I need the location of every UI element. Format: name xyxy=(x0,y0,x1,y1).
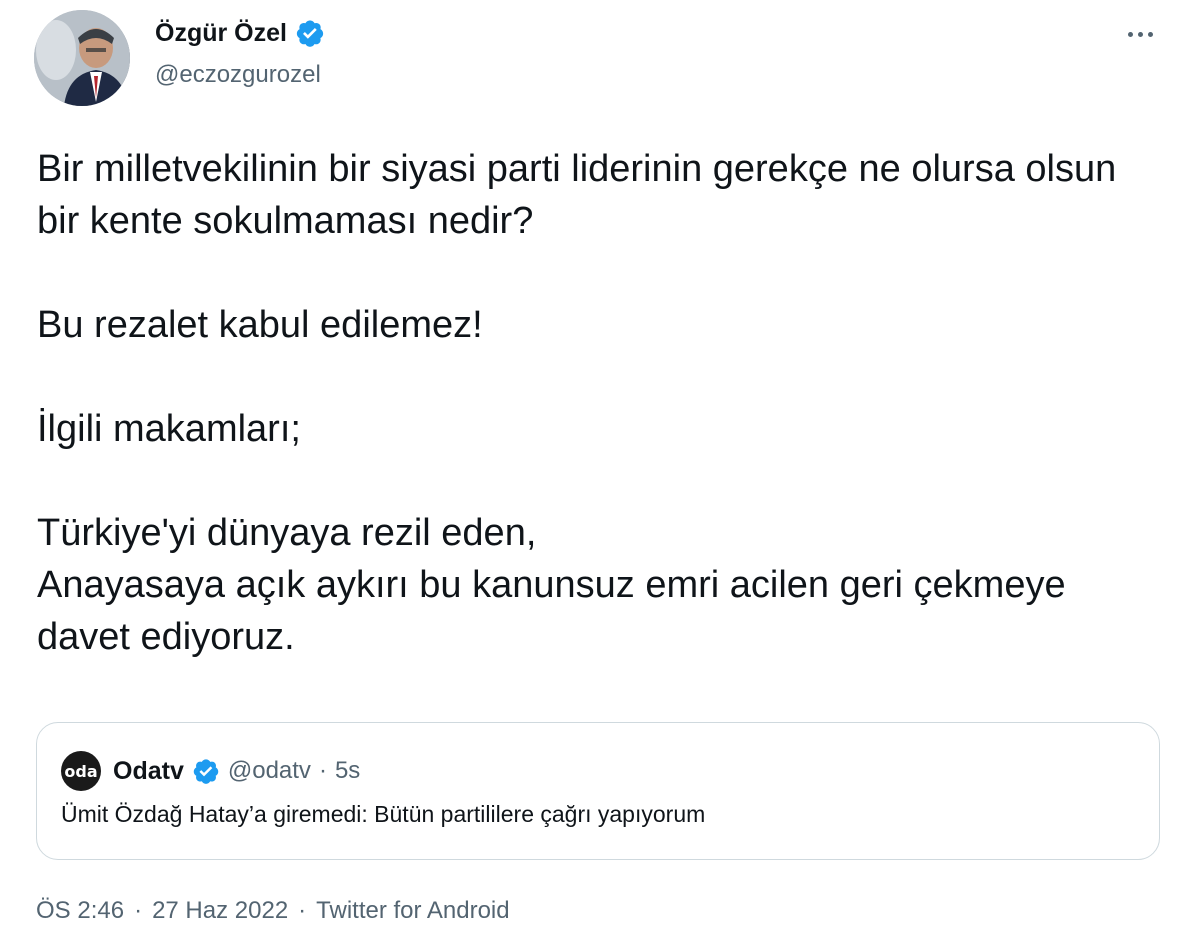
separator: · xyxy=(134,897,143,924)
tweet-time[interactable]: ÖS 2:46 xyxy=(36,897,124,925)
tweet-source[interactable]: Twitter for Android xyxy=(316,897,509,925)
more-options-icon[interactable] xyxy=(1120,20,1160,48)
avatar-photo xyxy=(34,10,130,106)
tweet-text: Bir milletvekilinin bir siyasi parti lid… xyxy=(37,143,1157,663)
author-handle[interactable]: @eczozgurozel xyxy=(155,61,321,89)
tweet-date[interactable]: 27 Haz 2022 xyxy=(152,897,288,925)
quoted-author-avatar[interactable]: oda xyxy=(61,751,101,791)
tweet-metadata: ÖS 2:46 · 27 Haz 2022 · Twitter for Andr… xyxy=(36,897,510,925)
quoted-author-name[interactable]: Odatv xyxy=(113,757,184,786)
separator: · xyxy=(318,757,327,784)
quoted-tweet[interactable]: oda Odatv @odatv · 5s Ümit Özdağ Hatay’a… xyxy=(36,722,1160,860)
tweet-paragraph: İlgili makamları; xyxy=(37,408,301,450)
verified-badge-icon xyxy=(295,18,325,48)
quoted-tweet-time[interactable]: 5s xyxy=(335,757,360,785)
tweet-paragraph: Bir milletvekilinin bir siyasi parti lid… xyxy=(37,148,1117,242)
author-name[interactable]: Özgür Özel xyxy=(155,19,287,48)
verified-badge-icon xyxy=(192,757,220,785)
quoted-tweet-header: oda Odatv @odatv · 5s xyxy=(61,751,360,791)
tweet-paragraph: Türkiye'yi dünyaya rezil eden, Anayasaya… xyxy=(37,512,1066,658)
separator: · xyxy=(298,897,307,924)
author-avatar[interactable] xyxy=(34,10,130,106)
tweet-paragraph: Bu rezalet kabul edilemez! xyxy=(37,304,483,346)
author-name-row: Özgür Özel xyxy=(155,18,325,48)
quoted-tweet-text: Ümit Özdağ Hatay’a giremedi: Bütün parti… xyxy=(61,801,706,827)
tweet-card: Özgür Özel @eczozgurozel Bir milletvekil… xyxy=(0,0,1200,929)
quoted-author-handle[interactable]: @odatv xyxy=(228,757,311,785)
